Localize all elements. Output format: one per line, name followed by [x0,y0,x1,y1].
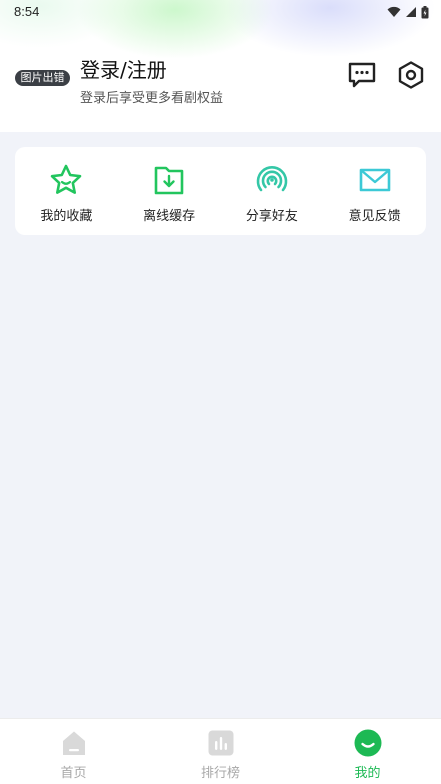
tab-mine[interactable]: 我的 [294,719,441,784]
offline-cache-button[interactable]: 离线缓存 [118,147,221,235]
login-register-link[interactable]: 登录/注册 [80,54,167,83]
quick-actions-card: 我的收藏 离线缓存 分享好友 意见反馈 [15,147,426,235]
tab-ranking-label: 排行榜 [200,766,240,781]
offline-cache-label: 离线缓存 [143,209,196,224]
status-icons [387,4,429,20]
mail-icon [359,168,390,192]
share-friends-label: 分享好友 [245,209,298,224]
status-bar: 8:54 [0,0,441,24]
status-time: 8:54 [14,4,40,19]
feedback-button[interactable]: 意见反馈 [323,147,426,235]
favorites-label: 我的收藏 [40,209,93,224]
favorites-button[interactable]: 我的收藏 [15,147,118,235]
message-button[interactable] [347,60,377,90]
tab-home-label: 首页 [60,766,87,781]
settings-icon [398,61,424,89]
home-icon [62,731,85,755]
profile-header: 8:54 图片出错 登录/注册 登录后享受更多看剧权益 [0,0,441,132]
smile-icon [354,729,381,757]
tab-ranking[interactable]: 排行榜 [147,719,294,784]
avatar[interactable]: 图片出错 [15,70,70,86]
star-icon [51,164,82,194]
battery-icon [421,5,429,18]
settings-button[interactable] [396,60,426,90]
folder-download-icon [154,166,184,195]
wifi-icon [387,6,401,17]
login-subtitle: 登录后享受更多看剧权益 [80,91,224,106]
feedback-label: 意见反馈 [348,209,401,224]
broadcast-icon [256,166,288,192]
signal-icon [406,7,416,17]
bottom-tab-bar: 首页 排行榜 我的 [0,718,441,784]
chart-icon [208,730,233,756]
share-friends-button[interactable]: 分享好友 [221,147,324,235]
tab-home[interactable]: 首页 [0,719,147,784]
tab-mine-label: 我的 [354,766,381,781]
message-icon [348,62,376,88]
